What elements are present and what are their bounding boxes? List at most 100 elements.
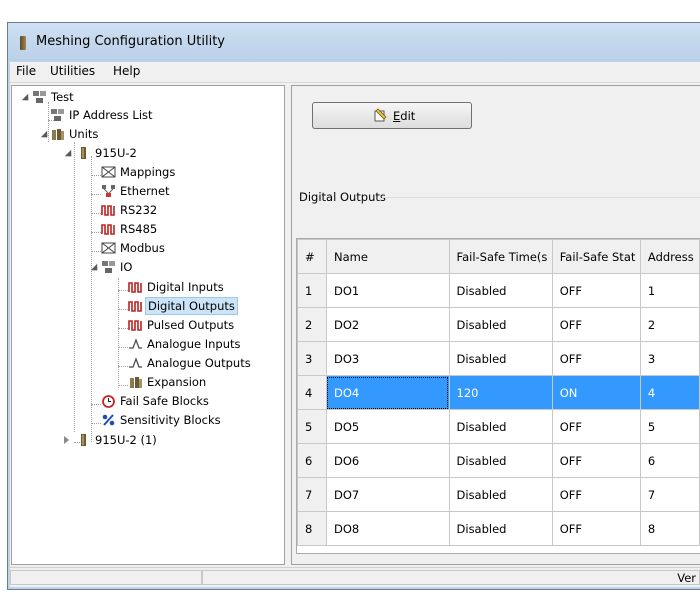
column-header-fail-safe-state[interactable]: Fail-Safe Stat xyxy=(551,239,641,274)
tree-label-modbus: Modbus xyxy=(120,241,165,255)
table-row[interactable]: 7 DO7 Disabled OFF 7 xyxy=(297,477,700,512)
tree-node-sensitivity-blocks[interactable]: Sensitivity Blocks xyxy=(12,411,282,429)
network-icon xyxy=(102,261,115,273)
collapse-arrow-icon[interactable] xyxy=(90,263,98,271)
column-header-index[interactable]: # xyxy=(297,239,327,274)
menu-help[interactable]: Help xyxy=(110,64,143,78)
column-header-address[interactable]: Address xyxy=(639,239,700,274)
row-number[interactable]: 3 xyxy=(297,341,327,376)
column-header-name[interactable]: Name xyxy=(325,239,450,274)
tree-node-915u-2-1[interactable]: 915U-2 (1) xyxy=(12,431,282,449)
app-icon xyxy=(20,36,26,50)
menu-bar: File Utilities Help xyxy=(10,62,700,83)
analogue-signal-icon xyxy=(129,338,142,349)
tree-label-pulsed-outputs: Pulsed Outputs xyxy=(147,318,235,332)
fail-safe-time-cell[interactable]: Disabled xyxy=(448,477,553,512)
tree-node-digital-outputs[interactable]: Digital Outputs xyxy=(12,297,282,315)
name-cell[interactable]: DO3 xyxy=(325,341,450,376)
row-number[interactable]: 8 xyxy=(297,511,327,546)
table-row[interactable]: 5 DO5 Disabled OFF 5 xyxy=(297,409,700,444)
fail-safe-time-cell[interactable]: Disabled xyxy=(448,511,553,546)
fail-safe-state-cell[interactable]: OFF xyxy=(551,273,641,308)
tree-label-digital-inputs: Digital Inputs xyxy=(147,280,224,294)
fail-safe-state-cell[interactable]: OFF xyxy=(551,341,641,376)
name-cell[interactable]: DO1 xyxy=(325,273,450,308)
name-cell[interactable]: DO5 xyxy=(325,409,450,444)
network-icon xyxy=(51,109,64,121)
address-cell[interactable]: 8 xyxy=(639,511,700,546)
tree-label-ethernet: Ethernet xyxy=(120,184,170,198)
panel-splitter[interactable] xyxy=(286,83,290,567)
address-cell[interactable]: 2 xyxy=(639,307,700,342)
table-row[interactable]: 3 DO3 Disabled OFF 3 xyxy=(297,341,700,376)
fail-safe-time-cell[interactable]: Disabled xyxy=(448,307,553,342)
name-cell[interactable]: DO7 xyxy=(325,477,450,512)
tree-node-fail-safe-blocks[interactable]: Fail Safe Blocks xyxy=(12,392,282,410)
tree-node-modbus[interactable]: Modbus xyxy=(12,239,282,257)
column-header-fail-safe-time[interactable]: Fail-Safe Time(s xyxy=(448,239,553,274)
fail-safe-state-cell[interactable]: OFF xyxy=(551,443,641,478)
tree-node-rs232[interactable]: RS232 xyxy=(12,201,282,219)
tree-node-io[interactable]: IO xyxy=(12,258,282,276)
percent-icon xyxy=(102,414,115,426)
menu-file[interactable]: File xyxy=(13,64,39,78)
tree-label-rs485: RS485 xyxy=(120,222,158,236)
fail-safe-state-cell[interactable]: OFF xyxy=(551,511,641,546)
name-cell[interactable]: DO4 xyxy=(325,375,450,410)
tree-node-pulsed-outputs[interactable]: Pulsed Outputs xyxy=(12,316,282,334)
address-cell[interactable]: 6 xyxy=(639,443,700,478)
address-cell[interactable]: 1 xyxy=(639,273,700,308)
table-row-selected[interactable]: 4 DO4 120 ON 4 xyxy=(297,375,700,410)
table-header-row: # Name Fail-Safe Time(s Fail-Safe Stat A… xyxy=(297,239,700,274)
tree-node-ethernet[interactable]: Ethernet xyxy=(12,182,282,200)
tree-node-915u-2[interactable]: 915U-2 xyxy=(12,144,282,162)
menu-utilities[interactable]: Utilities xyxy=(47,64,98,78)
address-cell[interactable]: 3 xyxy=(639,341,700,376)
row-number[interactable]: 7 xyxy=(297,477,327,512)
fail-safe-state-cell[interactable]: OFF xyxy=(551,409,641,444)
tree-node-rs485[interactable]: RS485 xyxy=(12,220,282,238)
tree-node-digital-inputs[interactable]: Digital Inputs xyxy=(12,278,282,296)
table-row[interactable]: 1 DO1 Disabled OFF 1 xyxy=(297,273,700,308)
expand-arrow-icon[interactable] xyxy=(64,436,69,444)
tree-node-mappings[interactable]: Mappings xyxy=(12,163,282,181)
collapse-arrow-icon[interactable] xyxy=(64,149,72,157)
tree-node-analogue-inputs[interactable]: Analogue Inputs xyxy=(12,335,282,353)
edit-button-label: Edit xyxy=(393,109,416,123)
row-number[interactable]: 1 xyxy=(297,273,327,308)
address-cell[interactable]: 4 xyxy=(639,375,700,410)
title-bar[interactable]: Meshing Configuration Utility xyxy=(8,23,700,61)
address-cell[interactable]: 5 xyxy=(639,409,700,444)
table-row[interactable]: 8 DO8 Disabled OFF 8 xyxy=(297,511,700,546)
name-cell[interactable]: DO8 xyxy=(325,511,450,546)
collapse-arrow-icon[interactable] xyxy=(40,130,48,138)
name-cell[interactable]: DO2 xyxy=(325,307,450,342)
table-row[interactable]: 2 DO2 Disabled OFF 2 xyxy=(297,307,700,342)
tree-node-expansion[interactable]: Expansion xyxy=(12,373,282,391)
tree-node-test[interactable]: Test xyxy=(12,88,282,106)
edit-button[interactable]: Edit xyxy=(312,102,472,129)
tree-node-analogue-outputs[interactable]: Analogue Outputs xyxy=(12,354,282,372)
tree-node-ip-address-list[interactable]: IP Address List xyxy=(12,106,282,124)
digital-signal-icon xyxy=(128,320,142,331)
fail-safe-time-cell[interactable]: 120 xyxy=(448,375,553,410)
tree-node-units[interactable]: Units xyxy=(12,125,282,143)
collapse-arrow-icon[interactable] xyxy=(21,93,29,101)
fail-safe-time-cell[interactable]: Disabled xyxy=(448,273,553,308)
name-cell[interactable]: DO6 xyxy=(325,443,450,478)
fail-safe-state-cell[interactable]: OFF xyxy=(551,307,641,342)
fail-safe-time-cell[interactable]: Disabled xyxy=(448,443,553,478)
row-number[interactable]: 6 xyxy=(297,443,327,478)
fail-safe-state-cell[interactable]: OFF xyxy=(551,477,641,512)
alarm-clock-icon xyxy=(102,395,115,408)
project-tree[interactable]: Test IP Address List Units 915U-2 Mappin… xyxy=(11,85,285,565)
fail-safe-time-cell[interactable]: Disabled xyxy=(448,409,553,444)
fail-safe-state-cell[interactable]: ON xyxy=(551,375,641,410)
row-number[interactable]: 4 xyxy=(297,375,327,410)
outputs-grid[interactable]: # Name Fail-Safe Time(s Fail-Safe Stat A… xyxy=(296,238,700,554)
row-number[interactable]: 2 xyxy=(297,307,327,342)
table-row[interactable]: 6 DO6 Disabled OFF 6 xyxy=(297,443,700,478)
row-number[interactable]: 5 xyxy=(297,409,327,444)
fail-safe-time-cell[interactable]: Disabled xyxy=(448,341,553,376)
address-cell[interactable]: 7 xyxy=(639,477,700,512)
